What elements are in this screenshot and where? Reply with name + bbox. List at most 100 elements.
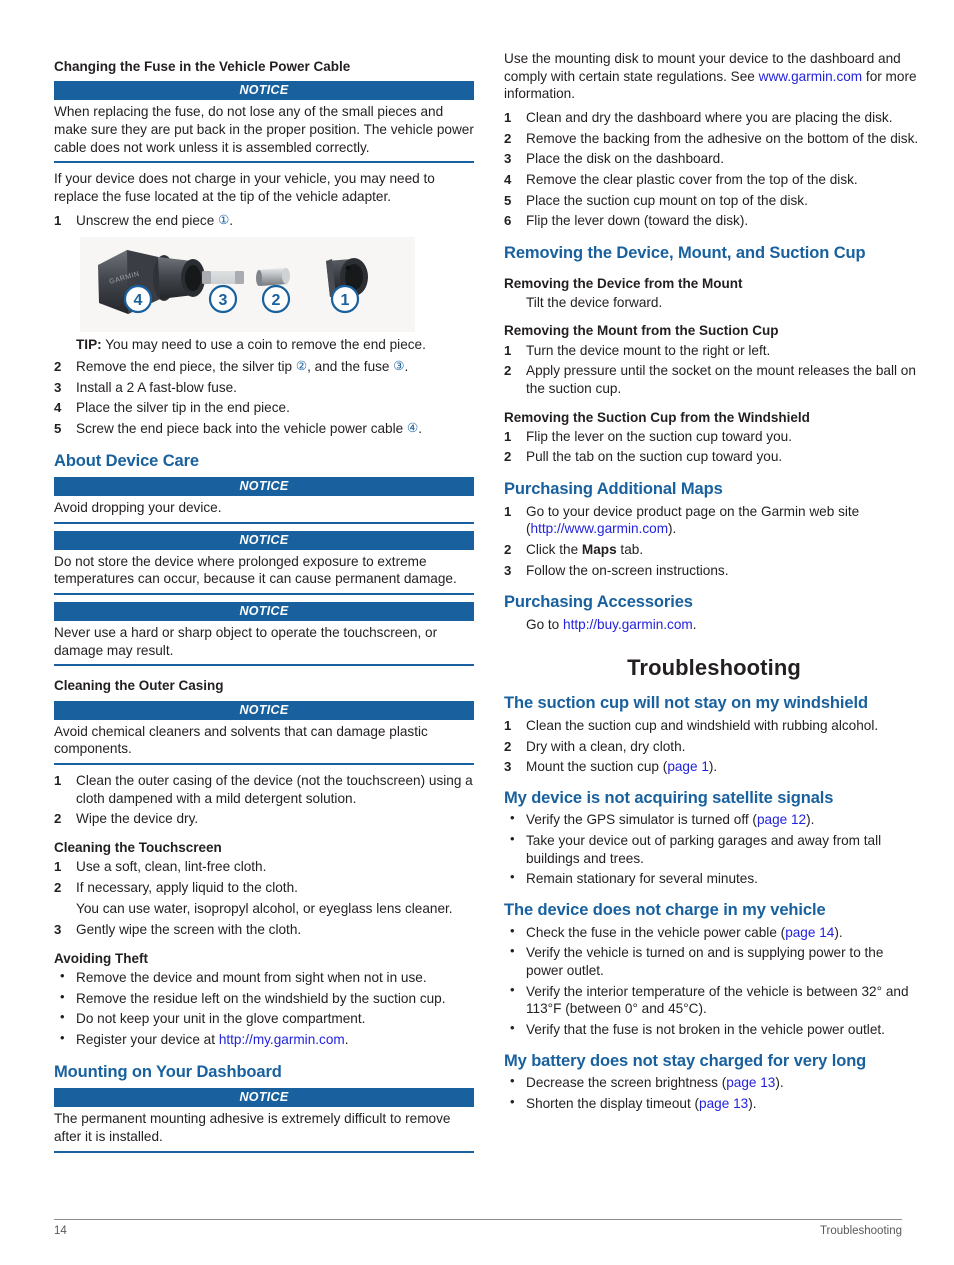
fuse-steps-list-part1: 1 Unscrew the end piece ①. [54, 212, 474, 230]
list-item: 3 Place the disk on the dashboard. [504, 150, 924, 168]
bullet-text: Remove the device and mount from sight w… [76, 970, 427, 986]
link-buy-garmin[interactable]: http://buy.garmin.com [563, 617, 693, 632]
removing-device-instruction: Tilt the device forward. [526, 294, 663, 310]
step-number: 4 [54, 400, 62, 416]
list-item: 4 Remove the clear plastic cover from th… [504, 171, 924, 189]
bullet-text: Verify the vehicle is turned on and is s… [526, 945, 884, 978]
bullet-text: Register your device at [76, 1032, 219, 1048]
step-number: 2 [54, 358, 62, 374]
suction-cup-troubleshoot-steps: 1 Clean the suction cup and windshield w… [504, 717, 924, 776]
bullet-dot-icon: • [510, 981, 515, 997]
notice-label: NOTICE [54, 530, 474, 550]
page-reference-link[interactable]: page 13 [699, 1096, 748, 1111]
bullet-text: Verify the GPS simulator is turned off ( [526, 812, 757, 828]
step-text: Remove the end piece, the silver tip [76, 358, 296, 374]
callout-ref-3: ③ [393, 358, 405, 373]
step-number: 6 [504, 213, 512, 229]
step-text: If necessary, apply liquid to the cloth. [76, 879, 298, 895]
fuse-shape [202, 271, 244, 285]
page-reference-link[interactable]: page 13 [726, 1075, 775, 1090]
list-item: 3 Mount the suction cup (page 1). [504, 758, 924, 776]
bullet-dot-icon: • [510, 1073, 515, 1089]
step-text-end: ). [708, 759, 718, 775]
step-number: 3 [504, 759, 512, 775]
bullet-text: Remove the residue left on the windshiel… [76, 990, 446, 1006]
avoiding-theft-bullets: • Remove the device and mount from sight… [54, 968, 474, 1049]
step-text: Clean the suction cup and windshield wit… [526, 717, 879, 733]
notice-text: Avoid dropping your device. [54, 500, 222, 516]
step-number: 1 [54, 212, 62, 228]
adapter-diagram-svg: GARMIN 4 3 2 1 [80, 237, 415, 333]
right-column: Use the mounting disk to mount your devi… [504, 50, 924, 1115]
list-item: 1 Flip the lever on the suction cup towa… [504, 428, 924, 446]
list-item: • Verify the GPS simulator is turned off… [504, 810, 924, 829]
mounting-disk-steps: 1 Clean and dry the dashboard where you … [504, 109, 924, 230]
list-item: • Remove the device and mount from sight… [54, 968, 474, 987]
list-item: • Shorten the display timeout (page 13). [504, 1094, 924, 1113]
section-heading-about-device-care: About Device Care [54, 451, 200, 470]
notice-text: Never use a hard or sharp object to oper… [54, 625, 438, 658]
step-text-end: . [229, 212, 234, 228]
chapter-title-troubleshooting: Troubleshooting [627, 655, 801, 681]
maps-tab-label: Maps [581, 541, 617, 557]
notice-block-touchscreen: NOTICE Never use a hard or sharp object … [54, 602, 474, 667]
notice-label: NOTICE [54, 602, 474, 622]
list-item: • Do not keep your unit in the glove com… [54, 1009, 474, 1028]
fuse-steps-list-part2: 2 Remove the end piece, the silver tip ②… [54, 358, 474, 438]
section-heading-cleaning-outer-casing: Cleaning the Outer Casing [54, 678, 224, 694]
step-text: Pull the tab on the suction cup toward y… [526, 449, 783, 465]
list-item: 1 Go to your device product page on the … [504, 503, 924, 538]
svg-text:2: 2 [272, 292, 281, 309]
step-number: 4 [504, 172, 512, 188]
step-text: Follow the on-screen instructions. [526, 562, 729, 578]
step-text: Place the silver tip in the end piece. [76, 400, 290, 416]
bullet-text: Shorten the display timeout ( [526, 1095, 700, 1111]
step-text-mid: , and the fuse [307, 358, 394, 374]
list-item: 6 Flip the lever down (toward the disk). [504, 212, 924, 230]
step-text: Dry with a clean, dry cloth. [526, 738, 686, 754]
list-item: 1 Unscrew the end piece ①. [54, 212, 474, 230]
footer-chapter-name: Troubleshooting [819, 1225, 902, 1237]
step-number: 2 [54, 879, 62, 895]
step-text: Unscrew the end piece [76, 212, 219, 228]
step-text: Remove the backing from the adhesive on … [526, 130, 919, 146]
section-heading-avoiding-theft: Avoiding Theft [54, 950, 148, 966]
list-item: 1 Clean the outer casing of the device (… [54, 772, 474, 807]
list-item: • Check the fuse in the vehicle power ca… [504, 922, 924, 942]
list-item: • Remain stationary for several minutes. [504, 869, 924, 888]
step-text: Clean and dry the dashboard where you ar… [526, 110, 893, 126]
step-number: 2 [504, 738, 512, 754]
bullet-text: Decrease the screen brightness ( [526, 1075, 727, 1091]
bullet-dot-icon: • [510, 922, 515, 938]
bullet-dot-icon: • [510, 869, 515, 885]
list-item: 5 Place the suction cup mount on top of … [504, 192, 924, 210]
step-text: Wipe the device dry. [76, 811, 199, 827]
battery-troubleshoot-bullets: • Decrease the screen brightness (page 1… [504, 1073, 924, 1113]
list-item: • Remove the residue left on the windshi… [54, 989, 474, 1008]
page-reference-link[interactable]: page 14 [785, 925, 834, 940]
step-number: 1 [504, 428, 512, 444]
page-reference-link[interactable]: page 12 [757, 812, 806, 827]
bullet-text: Verify that the fuse is not broken in th… [526, 1021, 885, 1037]
step-number: 1 [54, 859, 62, 875]
two-column-layout: Changing the Fuse in the Vehicle Power C… [54, 50, 918, 1160]
step-text: Screw the end piece back into the vehicl… [76, 420, 407, 436]
step-number: 3 [54, 379, 62, 395]
link-http-www-garmin[interactable]: http://www.garmin.com [531, 521, 669, 536]
removing-mount-steps: 1 Turn the device mount to the right or … [504, 342, 924, 398]
list-item: • Register your device at http://my.garm… [54, 1030, 474, 1049]
svg-text:4: 4 [134, 292, 143, 309]
purchasing-accessories-instruction: Go to http://buy.garmin.com. [504, 616, 924, 634]
section-heading-cleaning-touchscreen: Cleaning the Touchscreen [54, 839, 222, 855]
svg-text:1: 1 [341, 292, 350, 309]
bullet-text-end: ). [834, 924, 843, 940]
silver-tip-shape [256, 268, 290, 287]
link-www-garmin[interactable]: www.garmin.com [759, 69, 863, 84]
page-reference-link[interactable]: page 1 [667, 759, 709, 774]
bullet-dot-icon: • [60, 1030, 65, 1046]
document-page: Changing the Fuse in the Vehicle Power C… [0, 0, 954, 1265]
link-my-garmin[interactable]: http://my.garmin.com [219, 1032, 345, 1047]
list-item: • Verify the interior temperature of the… [504, 981, 924, 1018]
step-text: Gently wipe the screen with the cloth. [76, 922, 302, 938]
footer-page-number: 14 [54, 1225, 67, 1237]
